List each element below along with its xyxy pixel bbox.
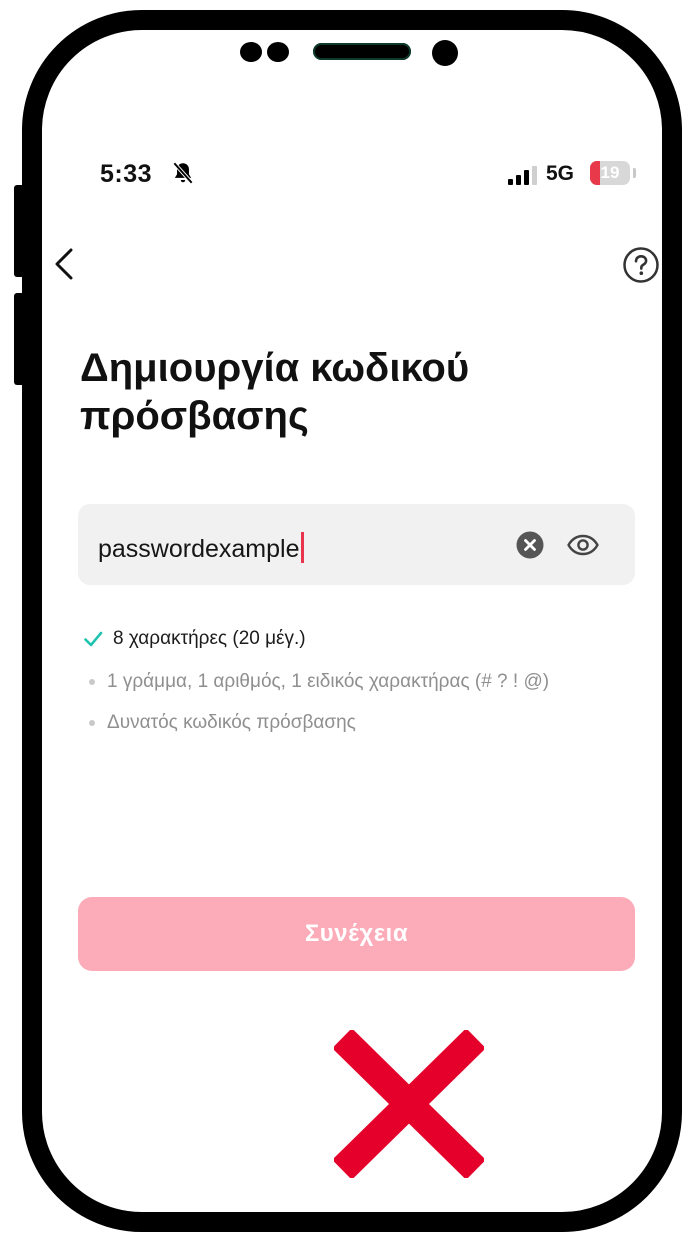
- check-icon: [84, 631, 103, 647]
- status-time: 5:33: [100, 160, 153, 188]
- bell-slash-icon: [172, 161, 194, 185]
- continue-button[interactable]: Συνέχεια: [78, 897, 635, 971]
- battery-tip: [633, 168, 636, 178]
- eye-icon[interactable]: [566, 530, 600, 560]
- requirement-text: 1 γράμμα, 1 αριθμός, 1 ειδικός χαρακτήρα…: [107, 671, 550, 692]
- battery-level: 19: [600, 163, 620, 182]
- requirement-characters: 1 γράμμα, 1 αριθμός, 1 ειδικός χαρακτήρα…: [83, 671, 549, 693]
- bullet-icon: [89, 720, 95, 726]
- back-icon[interactable]: [52, 246, 76, 282]
- password-value: passwordexample: [98, 535, 300, 563]
- password-input[interactable]: passwordexample: [98, 532, 304, 564]
- camera-dot: [240, 42, 262, 62]
- text-caret: [300, 532, 304, 563]
- requirement-text: Δυνατός κωδικός πρόσβασης: [107, 712, 356, 733]
- requirement-length: 8 χαρακτήρες (20 μέγ.): [83, 628, 306, 650]
- camera-dot: [267, 42, 289, 62]
- battery-indicator: 19: [590, 161, 630, 185]
- network-type: 5G: [546, 162, 575, 185]
- requirement-strength: Δυνατός κωδικός πρόσβασης: [83, 712, 356, 734]
- requirement-text: 8 χαρακτήρες (20 μέγ.): [113, 628, 306, 649]
- speaker-grille: [313, 43, 411, 60]
- page-title: Δημιουργία κωδικού πρόσβασης: [80, 346, 470, 438]
- front-camera: [432, 40, 458, 66]
- cross-icon: [334, 1030, 484, 1178]
- signal-icon: [508, 165, 537, 185]
- help-icon[interactable]: [622, 246, 660, 284]
- bullet-icon: [89, 679, 95, 685]
- password-field[interactable]: passwordexample: [78, 504, 635, 585]
- clear-icon[interactable]: [516, 531, 544, 559]
